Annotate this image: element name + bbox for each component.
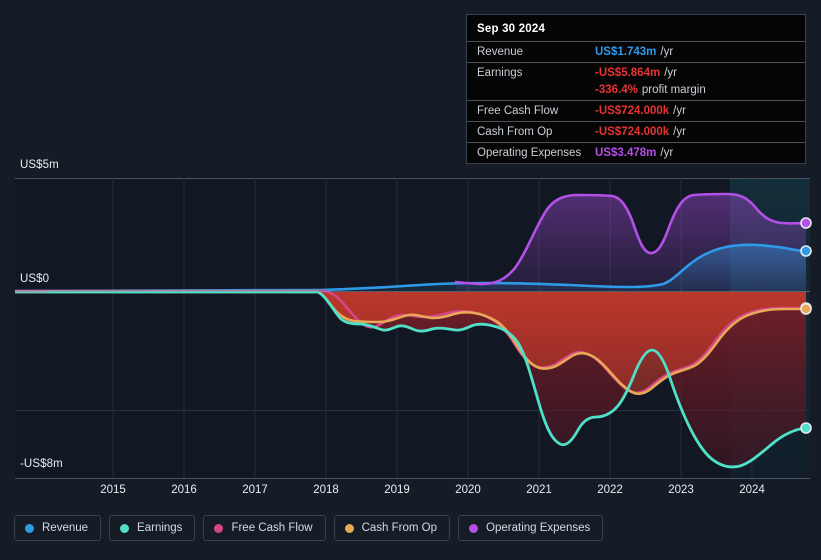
x-axis-label-2017: 2017	[242, 484, 268, 496]
y-axis-label-top: US$5m	[20, 159, 59, 171]
endpoint-revenue	[800, 245, 812, 257]
y-axis-label-bottom: -US$8m	[20, 458, 63, 470]
tooltip-suffix-operating-expenses: /yr	[660, 147, 674, 159]
legend-dot-operating-expenses-icon	[469, 523, 479, 533]
x-axis-label-2023: 2023	[668, 484, 694, 496]
chart-tooltip: Sep 30 2024 Revenue US$1.743m /yr Earnin…	[466, 14, 806, 164]
x-axis-label-2016: 2016	[171, 484, 197, 496]
legend-item-revenue[interactable]: Revenue	[14, 515, 102, 541]
tooltip-value-cash-from-op: -US$724.000k	[595, 126, 670, 138]
tooltip-value-free-cash-flow: -US$724.000k	[595, 105, 670, 117]
legend-dot-free-cash-flow-icon	[214, 523, 224, 533]
chart-legend: Revenue Earnings Free Cash Flow Cash Fro…	[14, 515, 604, 541]
legend-item-free-cash-flow[interactable]: Free Cash Flow	[203, 515, 326, 541]
x-axis-label-2022: 2022	[597, 484, 623, 496]
tooltip-suffix-earnings: /yr	[664, 67, 677, 79]
legend-item-operating-expenses[interactable]: Operating Expenses	[458, 515, 604, 541]
endpoint-cash-from-op	[800, 303, 812, 315]
legend-dot-earnings-icon	[120, 523, 130, 533]
tooltip-date: Sep 30 2024	[477, 23, 546, 35]
tooltip-label-operating-expenses: Operating Expenses	[477, 147, 582, 159]
legend-item-cash-from-op[interactable]: Cash From Op	[333, 515, 451, 541]
tooltip-label-earnings: Earnings	[477, 67, 523, 79]
tooltip-value-revenue: US$1.743m	[595, 46, 657, 58]
tooltip-row-earnings: Earnings -US$5.864m /yr	[467, 62, 805, 83]
legend-label-operating-expenses: Operating Expenses	[486, 522, 591, 534]
tooltip-row-cash-from-op: Cash From Op -US$724.000k /yr	[467, 121, 805, 142]
tooltip-row-revenue: Revenue US$1.743m /yr	[467, 41, 805, 62]
tooltip-value-operating-expenses: US$3.478m	[595, 147, 657, 159]
legend-label-revenue: Revenue	[42, 522, 89, 534]
tooltip-value-earnings: -US$5.864m	[595, 67, 661, 79]
x-axis-label-2018: 2018	[313, 484, 339, 496]
x-axis-label-2024: 2024	[739, 484, 765, 496]
endpoint-operating-expenses	[800, 217, 812, 229]
tooltip-suffix-profit-margin: profit margin	[641, 84, 706, 96]
x-axis-label-2021: 2021	[526, 484, 552, 496]
tooltip-value-profit-margin: -336.4%	[595, 84, 638, 96]
tooltip-suffix-cash-from-op: /yr	[673, 126, 686, 138]
x-axis-label-2019: 2019	[384, 484, 410, 496]
tooltip-suffix-free-cash-flow: /yr	[673, 105, 686, 117]
tooltip-label-cash-from-op: Cash From Op	[477, 126, 553, 138]
legend-label-cash-from-op: Cash From Op	[361, 522, 438, 534]
tooltip-label-free-cash-flow: Free Cash Flow	[477, 105, 559, 117]
legend-label-free-cash-flow: Free Cash Flow	[231, 522, 313, 534]
x-axis-label-2020: 2020	[455, 484, 481, 496]
legend-item-earnings[interactable]: Earnings	[109, 515, 196, 541]
x-axis-label-2015: 2015	[100, 484, 126, 496]
tooltip-row-free-cash-flow: Free Cash Flow -US$724.000k /yr	[467, 100, 805, 121]
tooltip-suffix-revenue: /yr	[660, 46, 674, 58]
tooltip-label-revenue: Revenue	[477, 46, 524, 58]
legend-dot-cash-from-op-icon	[344, 523, 354, 533]
tooltip-row-operating-expenses: Operating Expenses US$3.478m /yr	[467, 142, 805, 163]
legend-dot-revenue-icon	[25, 523, 34, 533]
financial-chart-page: US$5m US$0 -US$8m 2015 2016 2017 2018 20…	[0, 0, 821, 560]
y-axis-label-zero: US$0	[20, 273, 50, 285]
legend-label-earnings: Earnings	[137, 522, 183, 534]
tooltip-row-profit-margin: -336.4% profit margin	[467, 83, 805, 100]
endpoint-earnings	[800, 422, 812, 434]
